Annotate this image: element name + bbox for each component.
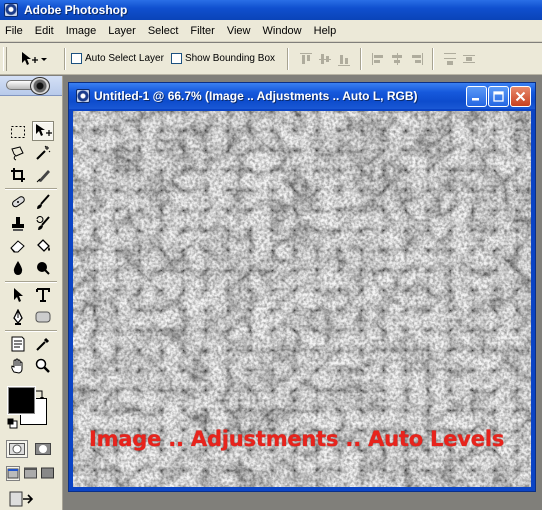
options-separator (360, 47, 363, 70)
menu-help[interactable]: Help (308, 25, 343, 37)
auto-select-layer-checkbox[interactable]: Auto Select Layer (71, 53, 164, 64)
eraser-tool-icon[interactable] (7, 236, 29, 256)
full-screen-menu-mode-icon[interactable] (24, 467, 37, 483)
paint-bucket-tool-icon[interactable] (32, 236, 54, 256)
menu-edit[interactable]: Edit (29, 25, 60, 37)
healing-brush-tool-icon[interactable] (7, 192, 29, 212)
zoom-tool-icon[interactable] (32, 356, 54, 376)
move-tool-icon (22, 51, 47, 65)
dodge-tool-icon[interactable] (32, 258, 54, 278)
brush-tool-icon[interactable] (32, 192, 54, 212)
document-window: Untitled-1 @ 66.7% (Image .. Adjustments… (68, 82, 536, 492)
foreground-color-swatch[interactable] (7, 386, 36, 415)
app-title-bar: Adobe Photoshop (0, 0, 542, 20)
toolbox (0, 76, 63, 510)
auto-select-layer-label: Auto Select Layer (85, 53, 164, 64)
eye-logo-icon (30, 77, 50, 95)
menu-view[interactable]: View (221, 25, 257, 37)
menu-bar: File Edit Image Layer Select Filter View… (0, 20, 542, 42)
align-top-icon[interactable] (298, 51, 314, 67)
document-canvas[interactable]: Image .. Adjustments .. Auto Levels (73, 111, 531, 487)
clone-stamp-tool-icon[interactable] (7, 214, 29, 234)
options-separator (64, 47, 66, 70)
shape-tool-icon[interactable] (32, 307, 54, 327)
lasso-tool-icon[interactable] (7, 143, 29, 163)
show-bounding-box-checkbox[interactable]: Show Bounding Box (170, 53, 276, 64)
minimize-icon (472, 98, 479, 101)
hand-tool-icon[interactable] (7, 356, 29, 376)
tool-preset-picker[interactable] (19, 51, 59, 67)
options-grip[interactable] (3, 46, 7, 71)
menu-layer[interactable]: Layer (102, 25, 142, 37)
align-bottom-icon[interactable] (336, 51, 352, 67)
app-title: Adobe Photoshop (24, 3, 128, 17)
align-left-icon[interactable] (370, 51, 386, 67)
document-title: Untitled-1 @ 66.7% (Image .. Adjustments… (94, 89, 418, 103)
quick-mask-mode-button[interactable] (32, 440, 54, 458)
toolbox-separator (5, 188, 57, 190)
checkbox-box[interactable] (170, 53, 182, 64)
standard-mode-button[interactable] (6, 440, 28, 458)
pen-tool-icon[interactable] (7, 307, 29, 327)
options-separator (287, 47, 290, 70)
close-icon (515, 91, 526, 102)
move-tool-icon[interactable] (32, 121, 54, 141)
maximize-button[interactable] (488, 86, 509, 107)
standard-screen-mode-icon[interactable] (6, 466, 20, 481)
menu-image[interactable]: Image (60, 25, 103, 37)
align-right-icon[interactable] (408, 51, 424, 67)
options-separator (432, 47, 435, 70)
menu-filter[interactable]: Filter (184, 25, 220, 37)
marquee-tool-icon[interactable] (7, 122, 29, 142)
type-tool-icon[interactable] (32, 285, 54, 305)
checkbox-box[interactable] (71, 53, 82, 64)
jump-to-imageready-icon[interactable] (9, 490, 35, 510)
menu-select[interactable]: Select (142, 25, 185, 37)
document-title-bar[interactable]: Untitled-1 @ 66.7% (Image .. Adjustments… (69, 83, 535, 109)
align-vertical-center-icon[interactable] (317, 51, 333, 67)
slice-tool-icon[interactable] (32, 165, 54, 185)
maximize-icon (493, 91, 504, 102)
path-selection-tool-icon[interactable] (7, 285, 29, 305)
close-button[interactable] (510, 86, 531, 107)
align-buttons (298, 47, 477, 70)
full-screen-mode-icon[interactable] (41, 467, 54, 483)
default-colors-icon[interactable] (7, 418, 18, 432)
toolbox-separator (5, 330, 57, 332)
crop-tool-icon[interactable] (7, 165, 29, 185)
show-bounding-box-label: Show Bounding Box (184, 53, 276, 64)
eyedropper-tool-icon[interactable] (32, 334, 54, 354)
minimize-button[interactable] (466, 86, 487, 107)
magic-wand-tool-icon[interactable] (32, 143, 54, 163)
menu-file[interactable]: File (0, 25, 29, 37)
overlay-caption: Image .. Adjustments .. Auto Levels (89, 427, 505, 451)
toolbox-separator (5, 281, 57, 283)
notes-tool-icon[interactable] (7, 334, 29, 354)
document-icon (76, 89, 90, 103)
blur-tool-icon[interactable] (7, 258, 29, 278)
photoshop-logo-icon (4, 3, 18, 17)
options-bar: Auto Select Layer Show Bounding Box (0, 43, 542, 75)
align-horizontal-center-icon[interactable] (389, 51, 405, 67)
history-brush-tool-icon[interactable] (32, 214, 54, 234)
distribute-center-icon[interactable] (461, 51, 477, 67)
distribute-top-icon[interactable] (442, 51, 458, 67)
toolbox-header[interactable] (0, 76, 62, 96)
menu-window[interactable]: Window (257, 25, 308, 37)
